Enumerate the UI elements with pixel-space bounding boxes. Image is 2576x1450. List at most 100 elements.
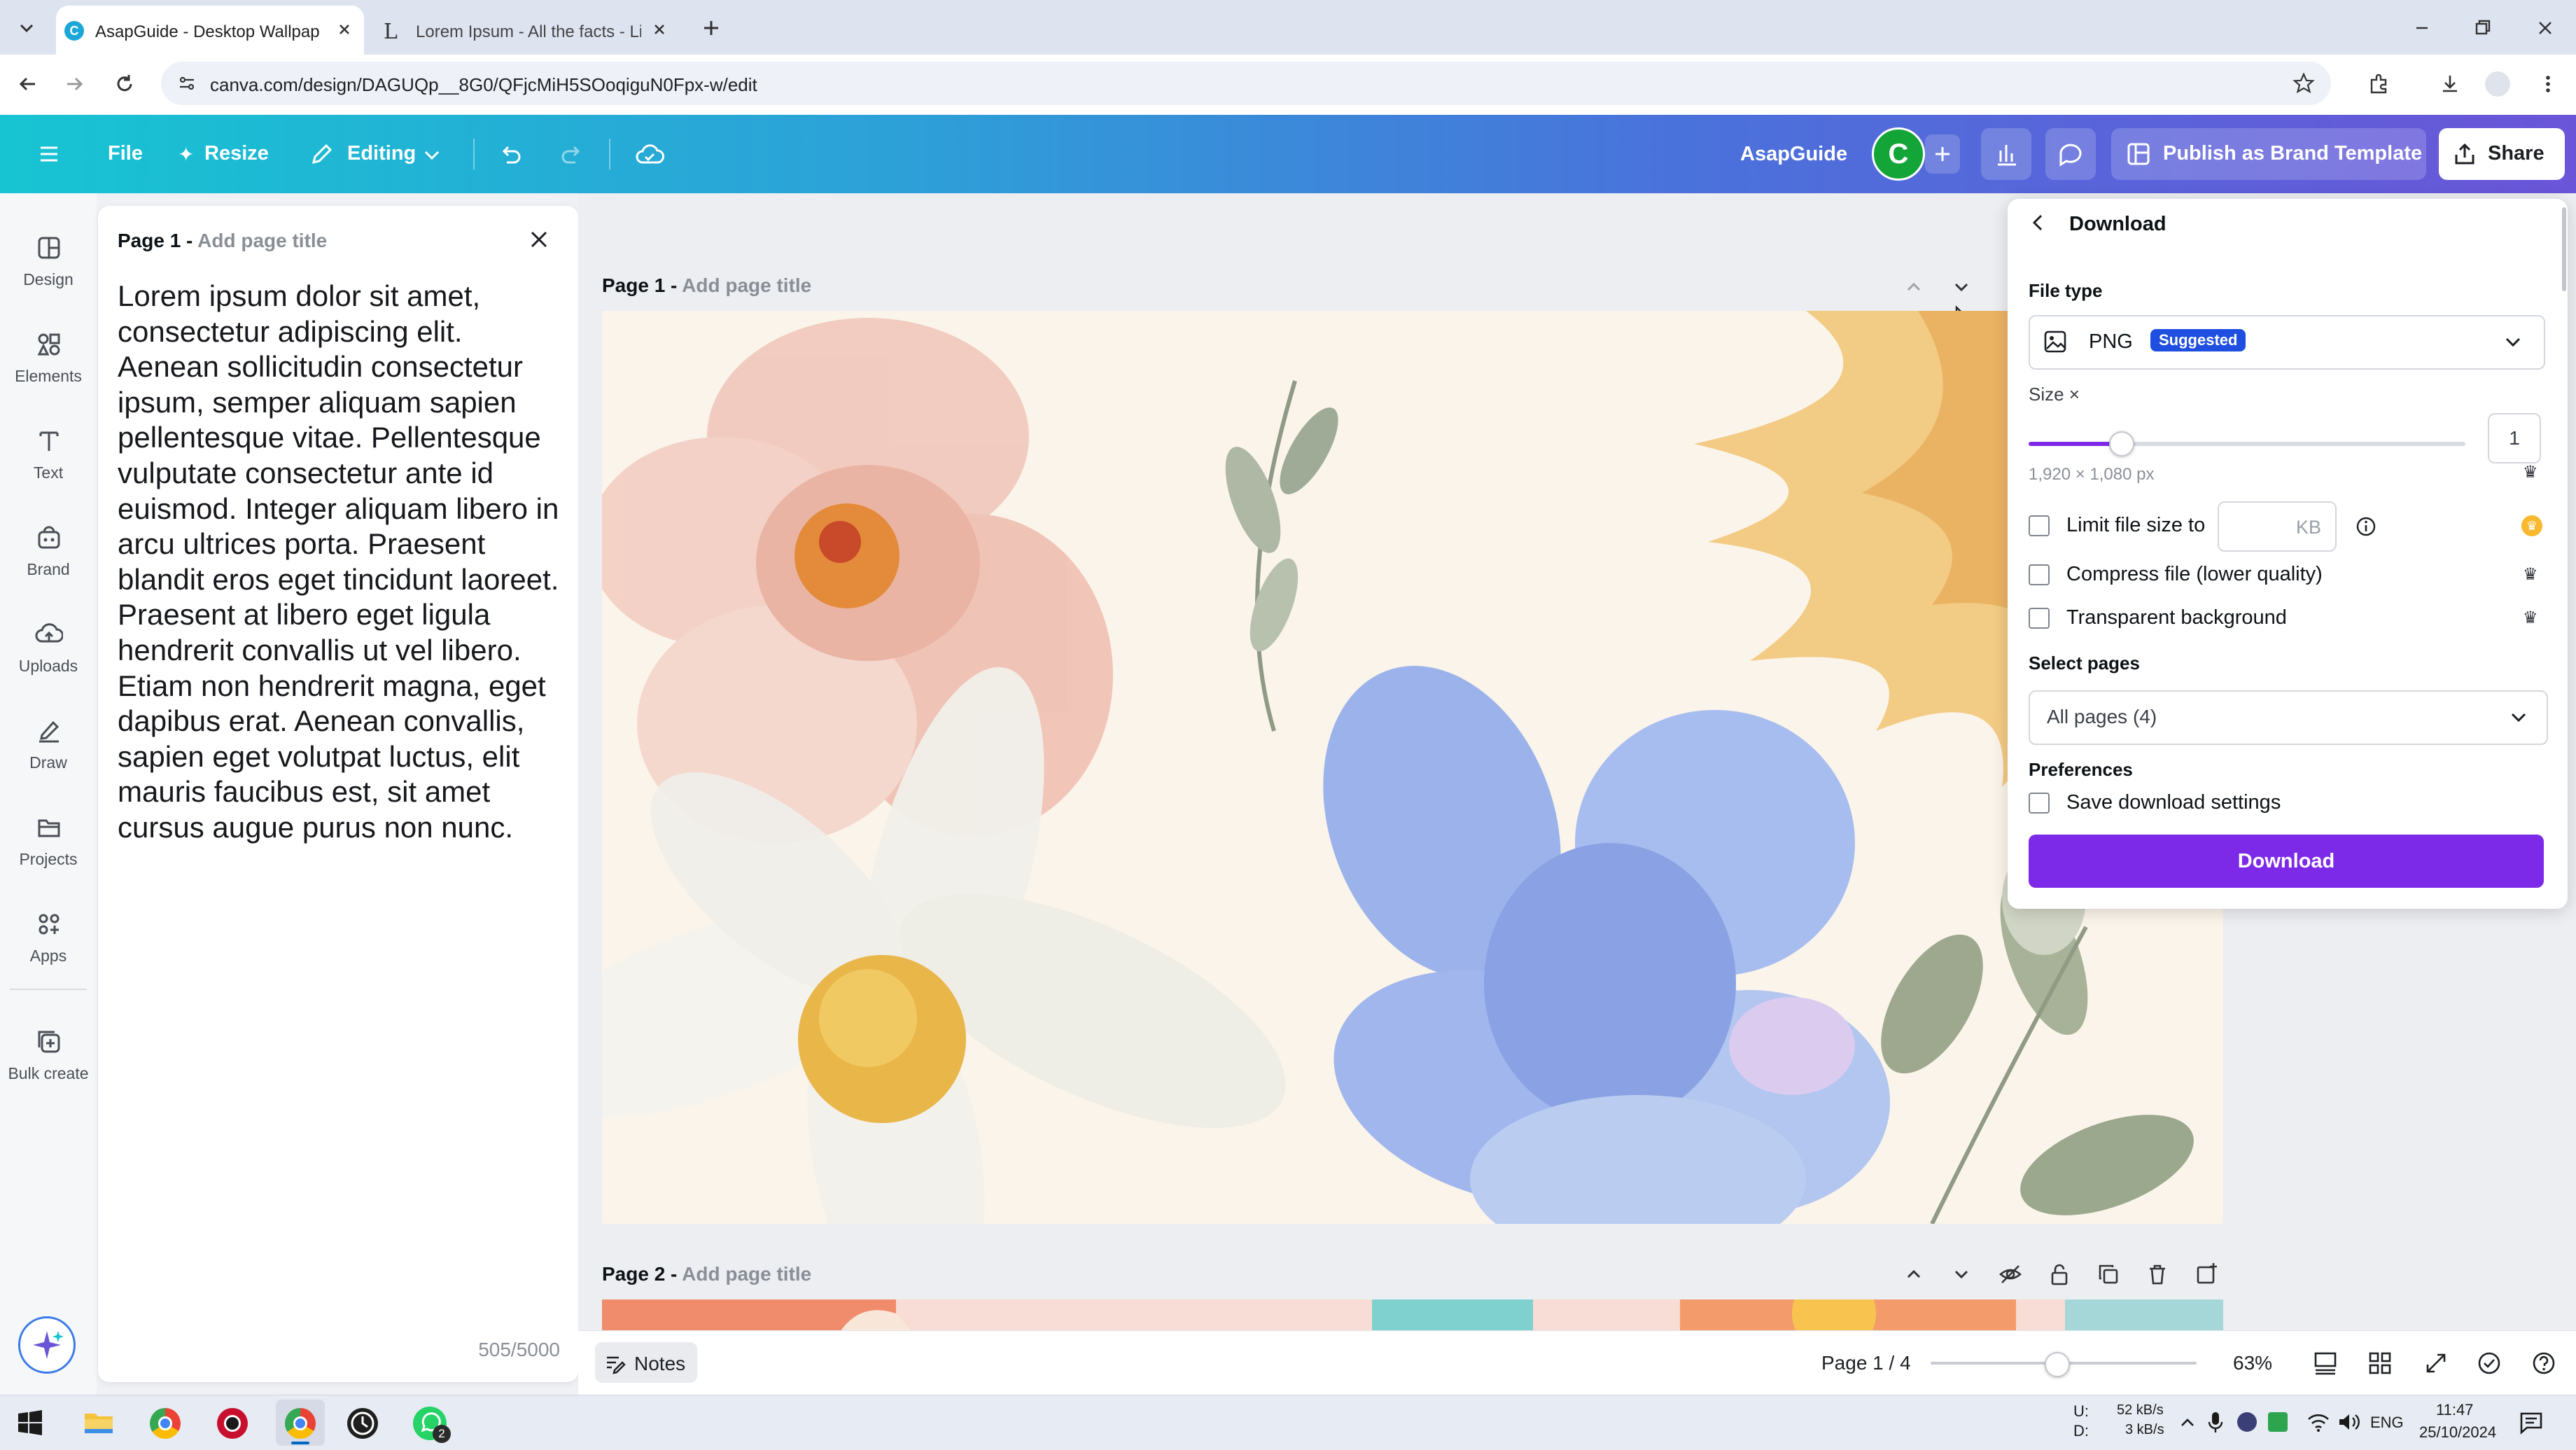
whatsapp-app-icon[interactable]: 2 xyxy=(413,1407,451,1443)
tab-close-icon[interactable] xyxy=(648,18,671,41)
record-app-icon[interactable] xyxy=(217,1408,248,1439)
redo-icon[interactable] xyxy=(557,140,587,169)
restore-window-button[interactable] xyxy=(2468,14,2496,42)
clock-date[interactable]: 25/10/2024 xyxy=(2419,1423,2496,1442)
browser-tab-active[interactable]: C AsapGuide - Desktop Wallpape xyxy=(56,6,364,55)
downloads-icon[interactable] xyxy=(2436,70,2464,98)
compress-file-option[interactable]: Compress file (lower quality) ♛ xyxy=(2029,560,2547,588)
brand-name[interactable]: AsapGuide xyxy=(1740,143,1847,166)
editing-mode-button[interactable]: Editing xyxy=(347,142,416,165)
notifications-icon[interactable] xyxy=(2517,1409,2545,1436)
clock-time[interactable]: 11:47 xyxy=(2436,1401,2473,1419)
download-back-button[interactable] xyxy=(2024,209,2052,237)
close-notes-button[interactable] xyxy=(525,225,553,253)
chrome-app-icon[interactable] xyxy=(150,1408,181,1439)
page2-add-title[interactable]: Add page title xyxy=(682,1263,811,1285)
extensions-icon[interactable] xyxy=(2365,70,2393,98)
info-icon[interactable] xyxy=(2353,514,2379,539)
bookmark-star-icon[interactable] xyxy=(2292,71,2316,95)
file-size-kb-input[interactable]: KB xyxy=(2218,501,2337,552)
page-view-icon[interactable] xyxy=(2311,1349,2339,1377)
notes-textarea[interactable]: Lorem ipsum dolor sit amet, consectetur … xyxy=(118,279,566,846)
input-language[interactable]: ENG xyxy=(2370,1414,2404,1432)
resize-button[interactable]: Resize xyxy=(204,142,269,165)
rail-item-apps[interactable]: Apps xyxy=(0,898,97,982)
compress-file-checkbox[interactable] xyxy=(2029,564,2050,585)
page1-move-down-icon[interactable] xyxy=(1947,273,1975,301)
transparent-background-checkbox[interactable] xyxy=(2029,608,2050,629)
limit-file-size-checkbox[interactable] xyxy=(2029,515,2050,536)
help-icon[interactable] xyxy=(2530,1349,2558,1377)
chevron-up-icon[interactable] xyxy=(2177,1412,2198,1433)
close-window-button[interactable] xyxy=(2531,14,2559,42)
fullscreen-icon[interactable] xyxy=(2422,1349,2450,1377)
undo-icon[interactable] xyxy=(496,140,525,169)
page2-duplicate-icon[interactable] xyxy=(2094,1260,2122,1288)
insights-button[interactable] xyxy=(1981,128,2031,180)
site-info-icon[interactable] xyxy=(176,73,197,94)
size-slider-thumb[interactable] xyxy=(2109,431,2135,456)
tab-close-icon[interactable] xyxy=(333,18,356,41)
page2-move-down-icon[interactable] xyxy=(1947,1260,1975,1288)
page2-lock-icon[interactable] xyxy=(2045,1260,2073,1288)
rail-item-projects[interactable]: Projects xyxy=(0,801,97,885)
save-download-settings-option[interactable]: Save download settings xyxy=(2029,788,2547,816)
size-slider[interactable] xyxy=(2029,430,2465,458)
browser-tab-inactive[interactable]: L Lorem Ipsum - All the facts - Li xyxy=(371,6,679,55)
rail-item-bulk-create[interactable]: Bulk create xyxy=(0,1015,97,1099)
download-button[interactable]: Download xyxy=(2029,835,2544,888)
tab-list-button[interactable] xyxy=(14,15,39,41)
file-type-select[interactable]: PNG Suggested xyxy=(2029,315,2545,370)
page1-move-up-icon[interactable] xyxy=(1900,273,1928,301)
main-menu-icon[interactable] xyxy=(35,140,63,168)
rail-item-design[interactable]: Design xyxy=(0,221,97,305)
browser-menu-icon[interactable] xyxy=(2534,70,2562,98)
zoom-slider[interactable] xyxy=(1931,1349,2197,1377)
editing-chevron-down-icon[interactable] xyxy=(420,143,444,167)
size-value-input[interactable]: 1 xyxy=(2488,413,2541,463)
page-indicator[interactable]: Page 1 / 4 xyxy=(1821,1352,1911,1374)
address-bar[interactable]: canva.com/design/DAGUQp__8G0/QFjcMiH5SOo… xyxy=(161,62,2331,105)
windows-start-icon[interactable] xyxy=(15,1408,45,1437)
transparent-background-option[interactable]: Transparent background ♛ xyxy=(2029,604,2547,632)
notes-toggle-button[interactable]: Notes xyxy=(595,1342,697,1383)
grid-view-icon[interactable] xyxy=(2366,1349,2394,1377)
page2-delete-icon[interactable] xyxy=(2143,1260,2171,1288)
rail-item-uploads[interactable]: Uploads xyxy=(0,608,97,692)
add-collaborator-button[interactable] xyxy=(1925,134,1960,174)
clock-app-icon[interactable] xyxy=(347,1408,378,1439)
share-button[interactable]: Share xyxy=(2439,128,2565,180)
comments-button[interactable] xyxy=(2045,128,2096,180)
notes-add-page-title[interactable]: Add page title xyxy=(197,230,327,251)
minimize-window-button[interactable] xyxy=(2408,14,2436,42)
page2-add-icon[interactable] xyxy=(2192,1260,2220,1288)
reload-button[interactable] xyxy=(111,70,139,98)
rail-item-brand[interactable]: Brand xyxy=(0,511,97,595)
publish-brand-template-button[interactable]: Publish as Brand Template xyxy=(2111,128,2426,180)
magic-assistant-button[interactable] xyxy=(18,1316,76,1374)
zoom-slider-thumb[interactable] xyxy=(2044,1352,2070,1377)
forward-button[interactable] xyxy=(60,70,88,98)
file-explorer-icon[interactable] xyxy=(83,1408,115,1437)
rail-item-elements[interactable]: Elements xyxy=(0,318,97,402)
rail-item-text[interactable]: Text xyxy=(0,414,97,499)
check-circle-icon[interactable] xyxy=(2475,1349,2503,1377)
design-page-1[interactable] xyxy=(602,311,2223,1224)
select-pages-dropdown[interactable]: All pages (4) xyxy=(2029,690,2548,745)
tray-green-icon[interactable] xyxy=(2268,1412,2288,1432)
user-avatar[interactable]: C xyxy=(1872,127,1925,181)
new-tab-button[interactable] xyxy=(697,14,725,42)
tray-app-icon[interactable] xyxy=(2237,1412,2257,1432)
profile-avatar[interactable] xyxy=(2485,71,2510,97)
back-button[interactable] xyxy=(14,70,42,98)
panel-scrollbar[interactable] xyxy=(2562,207,2566,291)
page2-hide-icon[interactable] xyxy=(1996,1260,2024,1288)
rail-item-draw[interactable]: Draw xyxy=(0,704,97,788)
wifi-icon[interactable] xyxy=(2306,1411,2331,1433)
save-settings-checkbox[interactable] xyxy=(2029,793,2050,814)
chrome-active-app-icon[interactable] xyxy=(276,1400,325,1446)
page1-add-title[interactable]: Add page title xyxy=(682,274,811,296)
microphone-icon[interactable] xyxy=(2205,1409,2226,1436)
cloud-saved-icon[interactable] xyxy=(634,140,665,169)
page2-move-up-icon[interactable] xyxy=(1900,1260,1928,1288)
